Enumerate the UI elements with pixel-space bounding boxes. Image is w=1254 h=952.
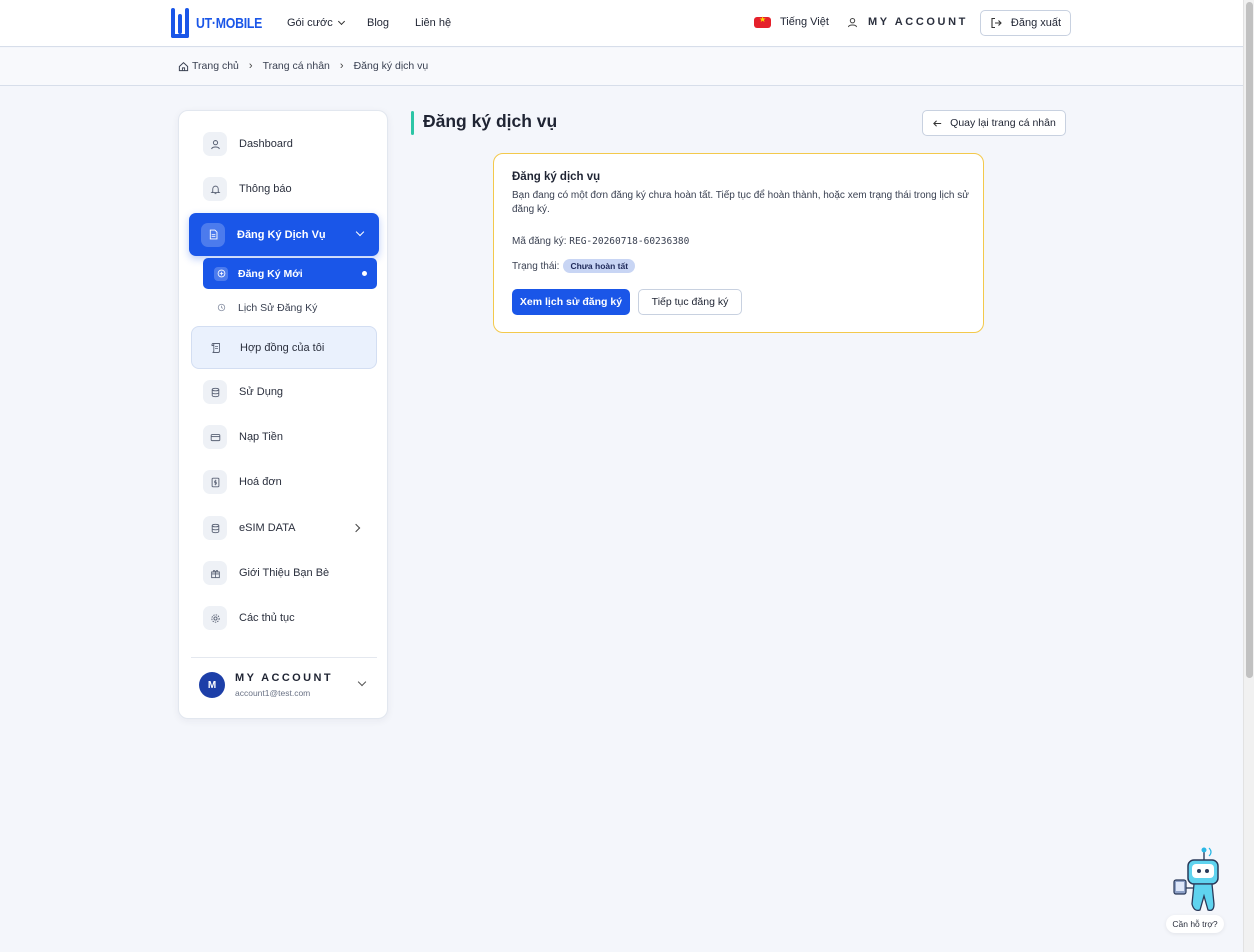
sidebar-subitem-new-registration[interactable]: Đăng Ký Mới bbox=[203, 258, 377, 289]
status-label: Trạng thái: bbox=[512, 260, 560, 272]
language-label: Tiếng Việt bbox=[780, 16, 829, 28]
sidebar-item-service-registration[interactable]: Đăng Ký Dịch Vụ bbox=[189, 213, 379, 256]
status-row: Trạng thái: Chưa hoàn tất bbox=[512, 259, 636, 273]
chevron-right-icon: › bbox=[248, 60, 253, 72]
nav-contact-link[interactable]: Liên hệ bbox=[415, 17, 451, 29]
scroll-icon bbox=[204, 336, 228, 360]
logo-text: UT·MOBILE bbox=[196, 14, 263, 32]
logout-icon bbox=[991, 17, 1002, 29]
sidebar-item-my-contracts[interactable]: Hợp đồng của tôi bbox=[191, 326, 377, 369]
logo-mark-icon bbox=[171, 8, 192, 38]
breadcrumb-home[interactable]: Trang chủ bbox=[192, 60, 239, 72]
sidebar-item-refer-friends[interactable]: Giới Thiệu Bạn Bè bbox=[191, 553, 377, 593]
nav-plans-dropdown[interactable]: Gói cước bbox=[287, 17, 345, 29]
sidebar-user-menu[interactable]: M MY ACCOUNT account1@test.com bbox=[199, 671, 369, 701]
pending-registration-card: Đăng ký dịch vụ Bạn đang có một đơn đăng… bbox=[493, 153, 984, 333]
account-label: MY ACCOUNT bbox=[868, 16, 968, 28]
sidebar-item-notifications[interactable]: Thông báo bbox=[191, 169, 377, 209]
logout-label: Đăng xuất bbox=[1010, 17, 1062, 29]
gift-icon bbox=[203, 561, 227, 585]
scrollbar-thumb[interactable] bbox=[1246, 2, 1253, 678]
sidebar-item-top-up[interactable]: Nạp Tiền bbox=[191, 417, 377, 457]
user-icon bbox=[847, 17, 858, 27]
chevron-down-icon bbox=[355, 227, 365, 237]
vietnam-flag-icon bbox=[754, 15, 771, 28]
sidebar-item-label: Giới Thiệu Bạn Bè bbox=[239, 567, 330, 579]
sidebar-item-label: Hoá đơn bbox=[239, 476, 282, 488]
user-email: account1@test.com bbox=[235, 688, 311, 698]
sidebar: Dashboard Thông báo Đăng Ký Dịch Vụ Đăng… bbox=[178, 110, 388, 719]
logout-button[interactable]: Đăng xuất bbox=[980, 10, 1071, 36]
nav-plans-label: Gói cước bbox=[287, 17, 333, 29]
chevron-down-icon bbox=[357, 677, 367, 687]
brand-logo[interactable]: UT·MOBILE bbox=[171, 8, 277, 38]
registration-code-value: REG-20260718-60236380 bbox=[569, 236, 690, 247]
history-icon bbox=[214, 301, 228, 315]
back-button-label: Quay lại trang cá nhân bbox=[950, 117, 1056, 129]
gear-icon bbox=[203, 606, 227, 630]
chevron-down-icon bbox=[337, 17, 345, 26]
title-accent-bar bbox=[411, 111, 414, 135]
chevron-right-icon bbox=[351, 523, 361, 533]
bell-icon bbox=[203, 177, 227, 201]
sidebar-item-label: Sử Dụng bbox=[239, 386, 284, 398]
nav-blog-link[interactable]: Blog bbox=[367, 17, 389, 29]
sidebar-subitem-registration-history[interactable]: Lịch Sử Đăng Ký bbox=[203, 292, 377, 323]
sidebar-item-usage[interactable]: Sử Dụng bbox=[191, 372, 377, 412]
card-icon bbox=[203, 425, 227, 449]
sidebar-item-label: eSIM DATA bbox=[239, 522, 296, 534]
back-to-profile-button[interactable]: Quay lại trang cá nhân bbox=[922, 110, 1066, 136]
page-title: Đăng ký dịch vụ bbox=[423, 111, 558, 131]
registration-code-row: Mã đăng ký: REG-20260718-60236380 bbox=[512, 236, 689, 247]
support-label[interactable]: Cần hỗ trợ? bbox=[1166, 915, 1224, 933]
sidebar-item-label: Nạp Tiền bbox=[239, 431, 284, 443]
continue-registration-button[interactable]: Tiếp tục đăng ký bbox=[638, 289, 742, 315]
card-description: Bạn đang có một đơn đăng ký chưa hoàn tấ… bbox=[512, 190, 969, 215]
page-scrollbar[interactable] bbox=[1243, 0, 1254, 952]
database-icon bbox=[203, 516, 227, 540]
sidebar-item-label: Hợp đồng của tôi bbox=[240, 341, 325, 354]
breadcrumb-current: Đăng ký dịch vụ bbox=[353, 60, 429, 72]
card-title: Đăng ký dịch vụ bbox=[512, 171, 601, 183]
sidebar-subitem-label: Đăng Ký Mới bbox=[238, 267, 303, 280]
sidebar-item-invoices[interactable]: Hoá đơn bbox=[191, 462, 377, 502]
plus-circle-icon bbox=[214, 266, 228, 281]
user-icon bbox=[203, 132, 227, 156]
sidebar-item-esim-data[interactable]: eSIM DATA bbox=[191, 508, 377, 548]
breadcrumb-bar: Trang chủ › Trang cá nhân › Đăng ký dịch… bbox=[0, 48, 1243, 86]
account-menu[interactable]: MY ACCOUNT bbox=[847, 16, 968, 28]
active-dot-indicator bbox=[362, 271, 367, 276]
database-icon bbox=[203, 380, 227, 404]
sidebar-item-label: Dashboard bbox=[239, 138, 293, 150]
home-icon bbox=[178, 61, 189, 71]
sidebar-item-label: Đăng Ký Dịch Vụ bbox=[237, 228, 326, 241]
top-navbar: UT·MOBILE Gói cước Blog Liên hệ Tiếng Vi… bbox=[0, 0, 1243, 47]
view-history-button[interactable]: Xem lịch sử đăng ký bbox=[512, 289, 630, 315]
sidebar-item-label: Thông báo bbox=[239, 183, 292, 195]
chevron-right-icon: › bbox=[339, 60, 344, 72]
receipt-icon bbox=[203, 470, 227, 494]
status-badge: Chưa hoàn tất bbox=[563, 259, 636, 273]
language-selector[interactable]: Tiếng Việt bbox=[754, 15, 829, 28]
sidebar-item-procedures[interactable]: Các thủ tục bbox=[191, 598, 377, 638]
registration-code-label: Mã đăng ký: bbox=[512, 236, 567, 247]
sidebar-divider bbox=[191, 657, 377, 658]
sidebar-subitem-label: Lịch Sử Đăng Ký bbox=[238, 301, 318, 314]
support-bot-icon[interactable] bbox=[1170, 846, 1224, 916]
document-icon bbox=[201, 222, 225, 247]
avatar: M bbox=[199, 672, 225, 698]
breadcrumb: Trang chủ › Trang cá nhân › Đăng ký dịch… bbox=[178, 60, 428, 72]
sidebar-item-label: Các thủ tục bbox=[239, 612, 295, 624]
arrow-left-icon bbox=[933, 119, 942, 127]
breadcrumb-profile[interactable]: Trang cá nhân bbox=[263, 60, 330, 72]
user-name: MY ACCOUNT bbox=[235, 672, 333, 684]
sidebar-item-dashboard[interactable]: Dashboard bbox=[191, 124, 377, 164]
